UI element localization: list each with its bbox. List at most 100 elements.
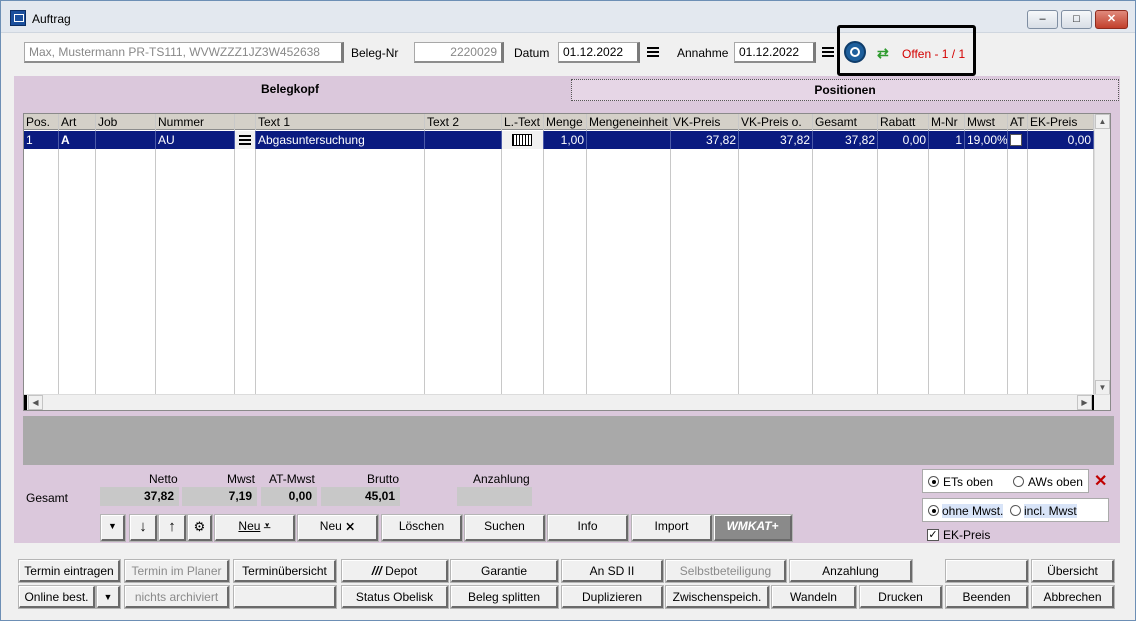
neu-between-button[interactable]: Neu ⨯ xyxy=(297,514,379,542)
ets-oben-radio[interactable] xyxy=(928,476,939,487)
text-grid-icon xyxy=(512,134,532,146)
ohne-mwst-label[interactable]: ohne Mwst. xyxy=(942,504,1004,518)
neu-below-button[interactable]: Neu ⩡ xyxy=(214,514,296,542)
empty-button[interactable] xyxy=(233,585,337,609)
incl-mwst-radio[interactable] xyxy=(1010,505,1021,516)
tire-icon: /// xyxy=(371,564,382,578)
anzahlung-button[interactable]: Anzahlung xyxy=(789,559,913,583)
chevron-down-icon: ▼ xyxy=(103,592,113,602)
scroll-up-icon[interactable]: ▲ xyxy=(1095,114,1110,129)
customer-field[interactable]: Max, Mustermann PR-TS111, WVWZZZ1JZ3W452… xyxy=(24,42,344,63)
brutto-value: 45,01 xyxy=(321,487,400,506)
cell-text1[interactable]: Abgasuntersuchung xyxy=(256,131,425,149)
move-up-button[interactable]: ↑ xyxy=(158,514,187,542)
cell-nummer[interactable]: AU xyxy=(156,131,235,149)
chevron-down-icon: ▼ xyxy=(108,521,117,531)
duplizieren-button[interactable]: Duplizieren xyxy=(561,585,664,609)
status-obelisk-button[interactable]: Status Obelisk xyxy=(341,585,449,609)
window-title: Auftrag xyxy=(32,12,71,26)
minimize-button[interactable]: ‒ xyxy=(1027,10,1058,29)
at-mwst-value: 0,00 xyxy=(261,487,317,506)
info-bar xyxy=(23,416,1114,465)
anzahlung-value xyxy=(457,487,532,506)
sync-arrows-icon[interactable]: ⇄ xyxy=(877,45,889,62)
garantie-button[interactable]: Garantie xyxy=(450,559,559,583)
mwst-label: Mwst xyxy=(227,472,255,486)
annahme-list-icon[interactable] xyxy=(822,47,834,57)
beleg-nr-field[interactable]: 2220029 xyxy=(414,42,504,63)
vehicle-icon[interactable] xyxy=(844,41,866,63)
cell-art[interactable]: A xyxy=(59,131,96,149)
drucken-button[interactable]: Drucken xyxy=(859,585,943,609)
ets-oben-label[interactable]: ETs oben xyxy=(943,475,993,489)
arrow-down-icon: ↓ xyxy=(139,518,147,535)
datum-field[interactable]: 01.12.2022 xyxy=(558,42,640,63)
brutto-label: Brutto xyxy=(367,472,400,486)
beenden-button[interactable]: Beenden xyxy=(945,585,1029,609)
at-checkbox[interactable] xyxy=(1010,134,1022,146)
cell-vk-preis-o[interactable]: 37,82 xyxy=(739,131,813,149)
cell-text2[interactable] xyxy=(425,131,502,149)
tab-belegkopf[interactable]: Belegkopf xyxy=(14,79,566,101)
close-button[interactable]: ✕ xyxy=(1095,10,1128,29)
wmkat-button[interactable]: WMKAT+ xyxy=(713,514,793,542)
ek-preis-checkbox[interactable]: ✓ xyxy=(927,529,939,541)
settings-button[interactable]: ⚙ xyxy=(187,514,213,542)
cell-rabatt[interactable]: 0,00 xyxy=(878,131,929,149)
beleg-splitten-button[interactable]: Beleg splitten xyxy=(450,585,559,609)
online-best-dropdown[interactable]: ▼ xyxy=(96,585,121,609)
suchen-button[interactable]: Suchen xyxy=(464,514,546,542)
scroll-right-icon[interactable]: ▶ xyxy=(1077,395,1092,410)
terminuebersicht-button[interactable]: Terminübersicht xyxy=(233,559,337,583)
termin-eintragen-button[interactable]: Termin eintragen xyxy=(18,559,121,583)
incl-mwst-label[interactable]: incl. Mwst xyxy=(1024,504,1077,518)
an-sd-ii-button[interactable]: An SD II xyxy=(561,559,664,583)
selbstbeteiligung-button[interactable]: Selbstbeteiligung xyxy=(665,559,787,583)
cell-job[interactable] xyxy=(96,131,156,149)
uebersicht-button[interactable]: Übersicht xyxy=(1031,559,1115,583)
at-mwst-label: AT-Mwst xyxy=(269,472,315,486)
loeschen-button[interactable]: Löschen xyxy=(381,514,463,542)
vertical-scrollbar[interactable]: ▲ ▼ xyxy=(1094,114,1110,395)
aws-oben-label[interactable]: AWs oben xyxy=(1028,475,1083,489)
cell-ek-preis[interactable]: 0,00 xyxy=(1028,131,1094,149)
import-button[interactable]: Import xyxy=(631,514,713,542)
move-down-button[interactable]: ↓ xyxy=(129,514,158,542)
cell-at[interactable] xyxy=(1008,131,1028,149)
online-best-button[interactable]: Online best. xyxy=(18,585,96,609)
cell-menge[interactable]: 1,00 xyxy=(544,131,587,149)
cell-einheit[interactable] xyxy=(587,131,671,149)
abbrechen-button[interactable]: Abbrechen xyxy=(1031,585,1115,609)
zwischenspeichern-button[interactable]: Zwischenspeich. xyxy=(665,585,770,609)
archiv-status-button[interactable]: nichts archiviert xyxy=(124,585,230,609)
tab-positionen[interactable]: Positionen xyxy=(571,79,1119,101)
horizontal-scrollbar[interactable]: ◀ ▶ xyxy=(24,394,1110,410)
cell-mnr[interactable]: 1 xyxy=(929,131,965,149)
depot-button[interactable]: /// Depot xyxy=(341,559,449,583)
dropdown-button[interactable]: ▼ xyxy=(100,514,126,542)
cell-pos[interactable]: 1 xyxy=(24,131,59,149)
table-row[interactable]: 1 A AU Abgasuntersuchung 1,00 37,82 37,8… xyxy=(24,131,1094,149)
scroll-down-icon[interactable]: ▼ xyxy=(1095,380,1110,395)
netto-value: 37,82 xyxy=(100,487,179,506)
ek-preis-label[interactable]: EK-Preis xyxy=(943,528,990,542)
ohne-mwst-radio[interactable] xyxy=(928,505,939,516)
cell-list-button[interactable] xyxy=(235,131,256,149)
positions-table: Pos. Art Job Nummer Text 1 Text 2 L.-Tex… xyxy=(23,113,1111,411)
cell-ltext-button[interactable] xyxy=(502,131,544,149)
cell-gesamt[interactable]: 37,82 xyxy=(813,131,878,149)
netto-label: Netto xyxy=(149,472,178,486)
cell-vk-preis[interactable]: 37,82 xyxy=(671,131,739,149)
maximize-button[interactable]: □ xyxy=(1061,10,1092,29)
calendar-list-icon[interactable] xyxy=(647,47,659,57)
wandeln-button[interactable]: Wandeln xyxy=(771,585,857,609)
annahme-field[interactable]: 01.12.2022 xyxy=(734,42,816,63)
termin-im-planer-button[interactable]: Termin im Planer xyxy=(124,559,230,583)
cell-mwst[interactable]: 19,00% xyxy=(965,131,1008,149)
blank-button[interactable] xyxy=(945,559,1029,583)
scroll-left-icon[interactable]: ◀ xyxy=(28,395,43,410)
close-red-icon[interactable]: ✕ xyxy=(1094,471,1107,491)
info-button[interactable]: Info xyxy=(547,514,629,542)
aws-oben-radio[interactable] xyxy=(1013,476,1024,487)
datum-label: Datum xyxy=(514,46,550,60)
